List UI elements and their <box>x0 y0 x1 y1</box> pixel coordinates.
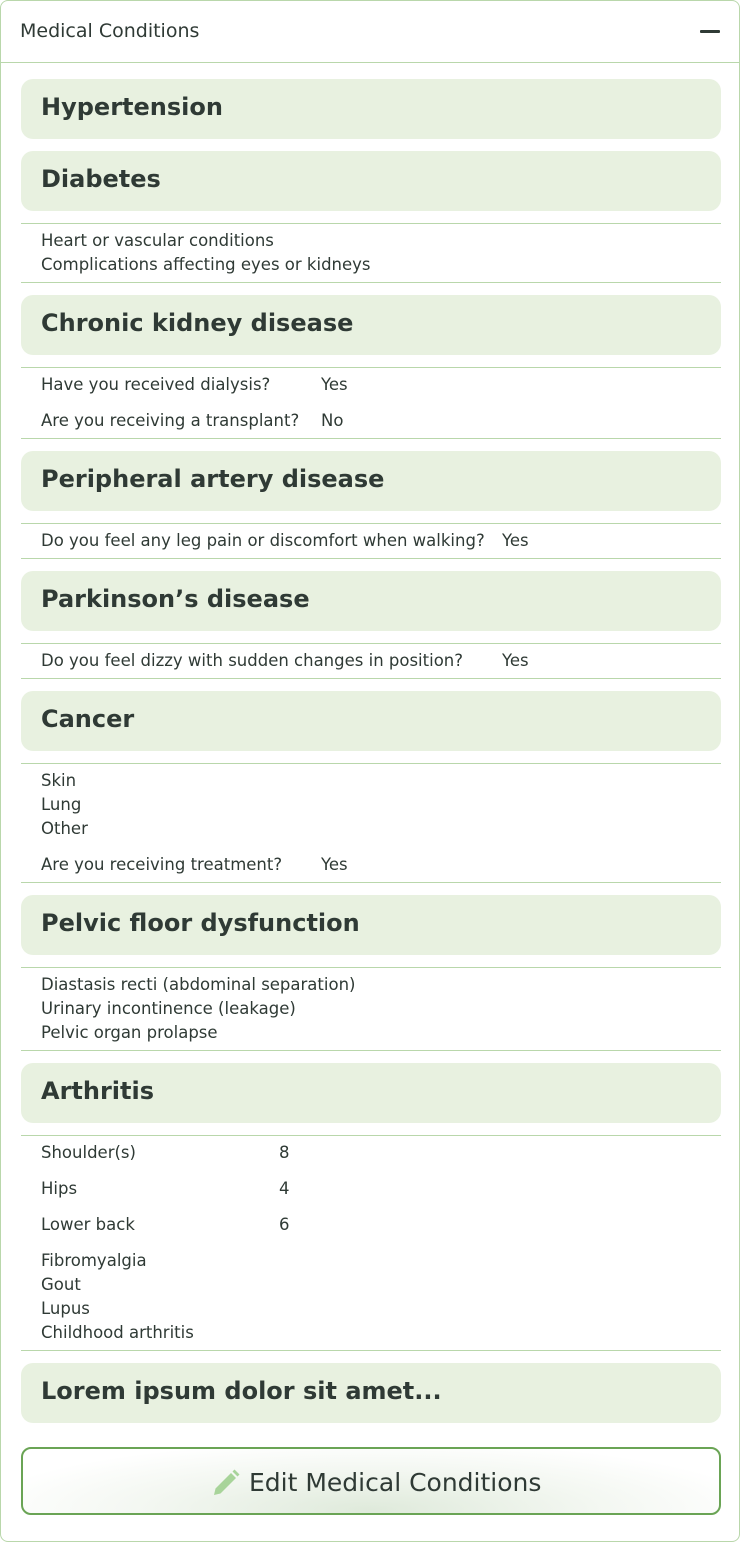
condition-card-pelvic-floor-dysfunction: Pelvic floor dysfunction <box>21 895 721 955</box>
divider <box>21 1350 721 1351</box>
list-item: Childhood arthritis <box>41 1323 194 1342</box>
condition-card-hypertension: Hypertension <box>21 79 721 139</box>
question-answer: Yes <box>321 375 348 394</box>
question-label: Have you received dialysis? <box>41 375 271 394</box>
panel-header[interactable]: Medical Conditions <box>1 1 739 63</box>
pencil-icon <box>214 1469 240 1495</box>
edit-medical-conditions-button[interactable]: Edit Medical Conditions <box>21 1447 721 1515</box>
question-label: Do you feel any leg pain or discomfort w… <box>41 531 485 550</box>
condition-title: Hypertension <box>41 93 223 121</box>
list-item: Complications affecting eyes or kidneys <box>41 255 371 274</box>
condition-card-peripheral-artery-disease: Peripheral artery disease <box>21 451 721 511</box>
divider <box>21 223 721 224</box>
rating-value: 6 <box>279 1215 290 1234</box>
collapse-icon[interactable] <box>699 27 721 35</box>
divider <box>21 282 721 283</box>
list-item: Gout <box>41 1275 81 1294</box>
list-item: Pelvic organ prolapse <box>41 1023 218 1042</box>
divider <box>21 558 721 559</box>
divider <box>21 1135 721 1136</box>
list-item: Other <box>41 819 88 838</box>
condition-card-arthritis: Arthritis <box>21 1063 721 1123</box>
condition-title: Cancer <box>41 705 135 733</box>
question-label: Do you feel dizzy with sudden changes in… <box>41 651 464 670</box>
condition-title: Lorem ipsum dolor sit amet... <box>41 1377 442 1405</box>
rating-label: Lower back <box>41 1215 135 1234</box>
question-answer: Yes <box>321 855 348 874</box>
question-label: Are you receiving treatment? <box>41 855 283 874</box>
divider <box>21 967 721 968</box>
question-label: Are you receiving a transplant? <box>41 411 300 430</box>
list-item: Skin <box>41 771 77 790</box>
divider <box>21 438 721 439</box>
divider <box>21 643 721 644</box>
divider <box>21 1050 721 1051</box>
divider <box>21 678 721 679</box>
condition-card-lorem-ipsum: Lorem ipsum dolor sit amet... <box>21 1363 721 1423</box>
question-answer: Yes <box>502 531 529 550</box>
medical-conditions-panel: Medical Conditions Hypertension Diabetes… <box>0 0 740 1542</box>
panel-title: Medical Conditions <box>20 20 200 42</box>
list-item: Fibromyalgia <box>41 1251 147 1270</box>
condition-title: Diabetes <box>41 165 161 193</box>
list-item: Urinary incontinence (leakage) <box>41 999 296 1018</box>
condition-card-parkinsons-disease: Parkinson’s disease <box>21 571 721 631</box>
rating-label: Shoulder(s) <box>41 1143 136 1162</box>
question-answer: Yes <box>502 651 529 670</box>
list-item: Diastasis recti (abdominal separation) <box>41 975 356 994</box>
condition-title: Parkinson’s disease <box>41 585 310 613</box>
divider <box>21 882 721 883</box>
edit-button-label: Edit Medical Conditions <box>249 1468 542 1497</box>
divider <box>21 367 721 368</box>
rating-value: 4 <box>279 1179 290 1198</box>
condition-card-chronic-kidney-disease: Chronic kidney disease <box>21 295 721 355</box>
list-item: Lupus <box>41 1299 90 1318</box>
condition-title: Peripheral artery disease <box>41 465 385 493</box>
condition-title: Arthritis <box>41 1077 155 1105</box>
divider <box>21 763 721 764</box>
condition-title: Chronic kidney disease <box>41 309 354 337</box>
list-item: Lung <box>41 795 82 814</box>
rating-label: Hips <box>41 1179 78 1198</box>
question-answer: No <box>321 411 344 430</box>
divider <box>21 523 721 524</box>
condition-title: Pelvic floor dysfunction <box>41 909 360 937</box>
list-item: Heart or vascular conditions <box>41 231 274 250</box>
rating-value: 8 <box>279 1143 290 1162</box>
condition-card-cancer: Cancer <box>21 691 721 751</box>
condition-card-diabetes: Diabetes <box>21 151 721 211</box>
